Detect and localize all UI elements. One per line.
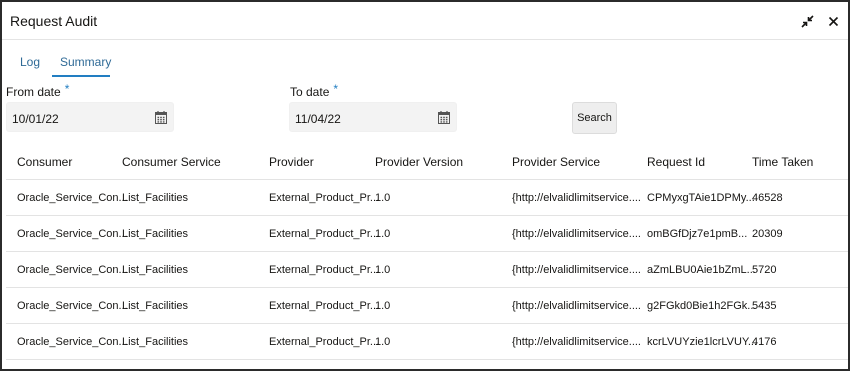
to-date-label-text: To date [290,85,330,99]
cell-request-id: CPMyxgTAie1DPMy... [647,192,755,204]
cell-consumer-service: List_Facilities [122,300,189,312]
cell-consumer: Oracle_Service_Con... [17,300,128,312]
cell-provider: External_Product_Pr... [269,336,380,348]
column-header-request-id[interactable]: Request Id [647,155,705,169]
from-date-label-text: From date [6,85,61,99]
cell-provider-version: 1.0 [375,228,391,240]
cell-provider: External_Product_Pr... [269,192,380,204]
cell-time-taken: 4176 [752,336,777,348]
table-row[interactable]: Oracle_Service_Con... List_Facilities Ex… [6,180,848,216]
cell-provider-service: {http://elvalidlimitservice.... [512,300,641,312]
column-header-consumer[interactable]: Consumer [17,155,72,169]
to-date-input[interactable]: 11/04/22 [289,102,457,132]
cell-provider-version: 1.0 [375,300,391,312]
tab-log[interactable]: Log [20,55,40,83]
request-audit-dialog: Request Audit Log Summary From date * 10/… [0,0,850,371]
cell-provider-version: 1.0 [375,192,391,204]
from-date-value: 10/01/22 [12,112,59,126]
table-row[interactable]: Oracle_Service_Con... List_Facilities Ex… [6,324,848,360]
cell-time-taken: 20309 [752,228,783,240]
cell-provider-service: {http://elvalidlimitservice.... [512,192,641,204]
table-header: Consumer Consumer Service Provider Provi… [6,144,848,180]
cell-provider: External_Product_Pr... [269,228,380,240]
cell-provider: External_Product_Pr... [269,264,380,276]
collapse-arrows-icon[interactable] [800,14,814,28]
cell-time-taken: 5435 [752,300,777,312]
cell-provider-service: {http://elvalidlimitservice.... [512,228,641,240]
cell-request-id: g2FGkd0Bie1h2FGk... [647,300,757,312]
cell-request-id: omBGfDjz7e1pmB... [647,228,748,240]
required-mark: * [333,82,339,96]
cell-time-taken: 46528 [752,192,783,204]
tab-summary[interactable]: Summary [60,55,111,83]
cell-request-id: kcrLVUYzie1lcrLVUY... [647,336,758,348]
table-row[interactable]: Oracle_Service_Con... List_Facilities Ex… [6,288,848,324]
column-header-provider[interactable]: Provider [269,155,314,169]
cell-provider-service: {http://elvalidlimitservice.... [512,264,641,276]
calendar-icon[interactable] [155,111,167,124]
to-date-value: 11/04/22 [295,112,341,126]
calendar-icon[interactable] [438,111,450,124]
cell-request-id: aZmLBU0Aie1bZmL... [647,264,756,276]
cell-provider-version: 1.0 [375,264,391,276]
column-header-consumer-service[interactable]: Consumer Service [122,155,221,169]
summary-table: Consumer Consumer Service Provider Provi… [6,144,848,360]
cell-consumer-service: List_Facilities [122,228,189,240]
column-header-time-taken[interactable]: Time Taken [752,155,813,169]
dialog-titlebar: Request Audit [2,2,848,40]
cell-provider-service: {http://elvalidlimitservice.... [512,336,641,348]
tab-selected-indicator [52,75,110,77]
close-icon[interactable] [826,14,840,28]
tab-bar: Log Summary [2,48,848,77]
dialog-title: Request Audit [10,13,98,29]
cell-consumer: Oracle_Service_Con... [17,228,128,240]
cell-consumer: Oracle_Service_Con... [17,192,128,204]
cell-provider-version: 1.0 [375,336,391,348]
cell-consumer-service: List_Facilities [122,336,189,348]
to-date-label: To date * [290,82,339,99]
cell-consumer: Oracle_Service_Con... [17,336,128,348]
cell-consumer: Oracle_Service_Con... [17,264,128,276]
cell-provider: External_Product_Pr... [269,300,380,312]
column-header-provider-service[interactable]: Provider Service [512,155,600,169]
cell-consumer-service: List_Facilities [122,192,189,204]
cell-time-taken: 5720 [752,264,777,276]
from-date-input[interactable]: 10/01/22 [6,102,174,132]
titlebar-actions [800,12,840,30]
required-mark: * [64,82,70,96]
cell-consumer-service: List_Facilities [122,264,189,276]
from-date-label: From date * [6,82,70,99]
table-row[interactable]: Oracle_Service_Con... List_Facilities Ex… [6,216,848,252]
table-row[interactable]: Oracle_Service_Con... List_Facilities Ex… [6,252,848,288]
column-header-provider-version[interactable]: Provider Version [375,155,463,169]
search-button[interactable]: Search [572,102,617,134]
